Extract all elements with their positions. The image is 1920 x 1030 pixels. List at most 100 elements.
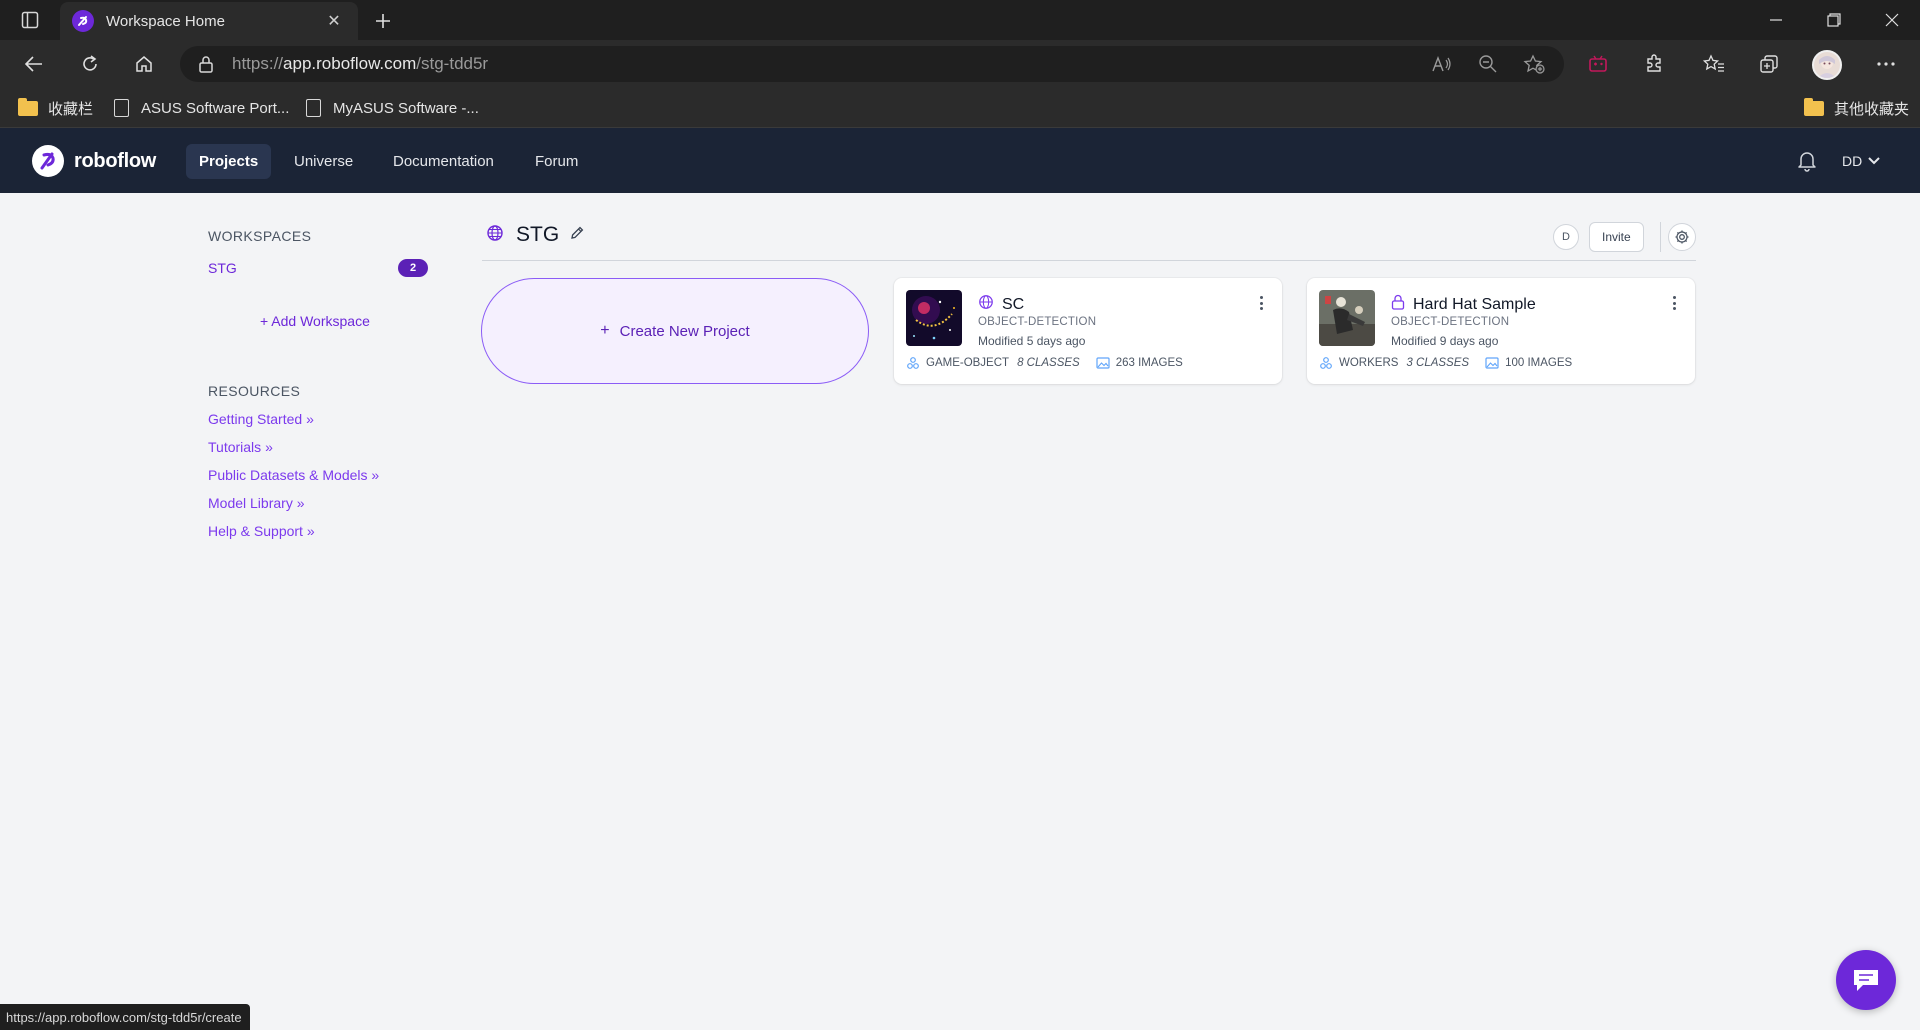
- images-icon: [1096, 357, 1110, 369]
- tab-title: Workspace Home: [106, 12, 225, 30]
- project-card-hard-hat-sample[interactable]: Hard Hat Sample OBJECT-DETECTION Modifie…: [1307, 278, 1695, 384]
- home-icon[interactable]: [126, 48, 162, 80]
- resources-heading: RESOURCES: [208, 383, 301, 399]
- user-menu[interactable]: DD: [1842, 148, 1880, 174]
- bookmark-other-favorites[interactable]: 其他收藏夹: [1804, 96, 1909, 120]
- project-modified: Modified 5 days ago: [978, 334, 1086, 348]
- nav-projects[interactable]: Projects: [186, 144, 272, 179]
- add-workspace-link[interactable]: + Add Workspace: [260, 313, 370, 329]
- browser-tab-bar: Workspace Home ✕: [0, 0, 1920, 40]
- roboflow-logo[interactable]: roboflow: [32, 145, 156, 177]
- project-options-icon[interactable]: [1671, 296, 1677, 310]
- double-chevron-right-icon: »: [306, 523, 315, 539]
- collections-icon[interactable]: [1749, 48, 1789, 80]
- double-chevron-right-icon: »: [265, 439, 273, 455]
- project-modified: Modified 9 days ago: [1391, 334, 1499, 348]
- edit-pencil-icon[interactable]: [569, 225, 585, 246]
- roboflow-logo-icon: [32, 145, 64, 177]
- create-new-project-button[interactable]: + Create New Project: [481, 278, 869, 384]
- plus-icon: +: [600, 322, 610, 339]
- classes-icon: [906, 356, 920, 370]
- double-chevron-right-icon: »: [371, 467, 380, 483]
- project-thumbnail: [1319, 290, 1375, 346]
- class-count: 3 CLASSES: [1406, 357, 1470, 369]
- back-icon[interactable]: [16, 48, 52, 80]
- tab-close-icon[interactable]: ✕: [322, 11, 346, 31]
- refresh-icon[interactable]: [72, 48, 108, 80]
- workspace-project-count-badge: 2: [398, 259, 428, 277]
- bookmarks-bar: 收藏栏 ASUS Software Port... MyASUS Softwar…: [0, 88, 1920, 128]
- resource-link-model-library[interactable]: Model Library »: [208, 495, 305, 511]
- app-navbar: roboflow Projects Universe Documentation…: [0, 128, 1920, 193]
- support-chat-button[interactable]: [1836, 950, 1896, 1010]
- tab-actions-icon[interactable]: [12, 8, 48, 32]
- project-name: Hard Hat Sample: [1413, 295, 1536, 313]
- resource-link-help-support[interactable]: Help & Support »: [208, 523, 315, 539]
- class-count: 8 CLASSES: [1017, 357, 1080, 369]
- double-chevron-right-icon: »: [296, 495, 305, 511]
- sidebar-workspace-stg[interactable]: STG 2: [208, 259, 428, 277]
- class-label: GAME-OBJECT: [926, 357, 1010, 369]
- nav-documentation[interactable]: Documentation: [380, 144, 507, 179]
- zoom-icon[interactable]: [1470, 50, 1506, 78]
- bookmark-asus-software-portal[interactable]: ASUS Software Port...: [114, 96, 289, 120]
- read-aloud-icon[interactable]: [1424, 50, 1460, 78]
- member-avatar: D: [1553, 224, 1579, 250]
- notifications-bell-icon[interactable]: [1794, 148, 1820, 174]
- gear-icon: [1675, 230, 1689, 244]
- resource-link-tutorials[interactable]: Tutorials »: [208, 439, 273, 455]
- project-type: OBJECT-DETECTION: [1391, 316, 1510, 328]
- project-name: SC: [1002, 295, 1025, 313]
- folder-icon: [1804, 97, 1824, 116]
- new-tab-icon[interactable]: [368, 6, 398, 36]
- invite-button[interactable]: Invite: [1589, 222, 1644, 252]
- project-thumbnail: [906, 290, 962, 346]
- class-label: WORKERS: [1339, 357, 1399, 369]
- url-field[interactable]: https://app.roboflow.com/stg-tdd5r: [180, 46, 1564, 82]
- resource-link-getting-started[interactable]: Getting Started »: [208, 411, 314, 427]
- favorites-icon[interactable]: [1694, 48, 1734, 80]
- user-initials: DD: [1842, 153, 1863, 169]
- create-project-label: Create New Project: [619, 322, 750, 340]
- workspace-name: STG: [208, 260, 237, 276]
- image-count: 100 IMAGES: [1505, 357, 1573, 369]
- extension-game-icon[interactable]: [1578, 48, 1618, 80]
- workspace-member-avatar[interactable]: D: [1553, 222, 1579, 252]
- profile-avatar[interactable]: [1812, 50, 1842, 80]
- status-bar-url: https://app.roboflow.com/stg-tdd5r/creat…: [0, 1004, 250, 1030]
- double-chevron-right-icon: »: [306, 411, 314, 427]
- browser-tab-active[interactable]: Workspace Home ✕: [60, 2, 358, 40]
- globe-icon: [486, 224, 504, 247]
- workspace-settings-button[interactable]: [1668, 223, 1696, 251]
- image-count: 263 IMAGES: [1115, 357, 1183, 369]
- resource-link-public-datasets[interactable]: Public Datasets & Models »: [208, 467, 379, 483]
- brand-name: roboflow: [74, 149, 157, 172]
- project-meta: WORKERS 3 CLASSES 100 IMAGES: [1319, 356, 1572, 370]
- page-icon: [306, 99, 321, 117]
- project-type: OBJECT-DETECTION: [978, 316, 1097, 328]
- project-card-sc[interactable]: SC OBJECT-DETECTION Modified 5 days ago …: [894, 278, 1282, 384]
- project-meta: GAME-OBJECT 8 CLASSES 263 IMAGES: [906, 356, 1183, 370]
- header-divider: [1660, 222, 1661, 252]
- add-favorite-icon[interactable]: [1516, 50, 1552, 78]
- nav-universe[interactable]: Universe: [281, 144, 366, 179]
- minimize-icon[interactable]: [1748, 0, 1804, 40]
- images-icon: [1485, 357, 1499, 369]
- more-menu-icon[interactable]: [1866, 48, 1906, 80]
- nav-forum[interactable]: Forum: [522, 144, 591, 179]
- chat-bubble-icon: [1854, 970, 1878, 991]
- project-options-icon[interactable]: [1258, 296, 1264, 310]
- extensions-icon[interactable]: [1634, 48, 1674, 80]
- bookmark-myasus-software[interactable]: MyASUS Software -...: [306, 96, 479, 120]
- restore-icon[interactable]: [1806, 0, 1862, 40]
- lock-icon: [1391, 294, 1405, 315]
- bookmark-folder-favorites[interactable]: 收藏栏: [18, 96, 93, 120]
- url-text: https://app.roboflow.com/stg-tdd5r: [232, 54, 489, 73]
- globe-icon: [978, 294, 994, 315]
- lock-icon[interactable]: [198, 55, 216, 73]
- browser-address-bar: https://app.roboflow.com/stg-tdd5r: [0, 40, 1920, 88]
- chevron-down-icon: [1868, 157, 1880, 165]
- classes-icon: [1319, 356, 1333, 370]
- close-window-icon[interactable]: [1864, 0, 1920, 40]
- header-underline: [482, 260, 1696, 261]
